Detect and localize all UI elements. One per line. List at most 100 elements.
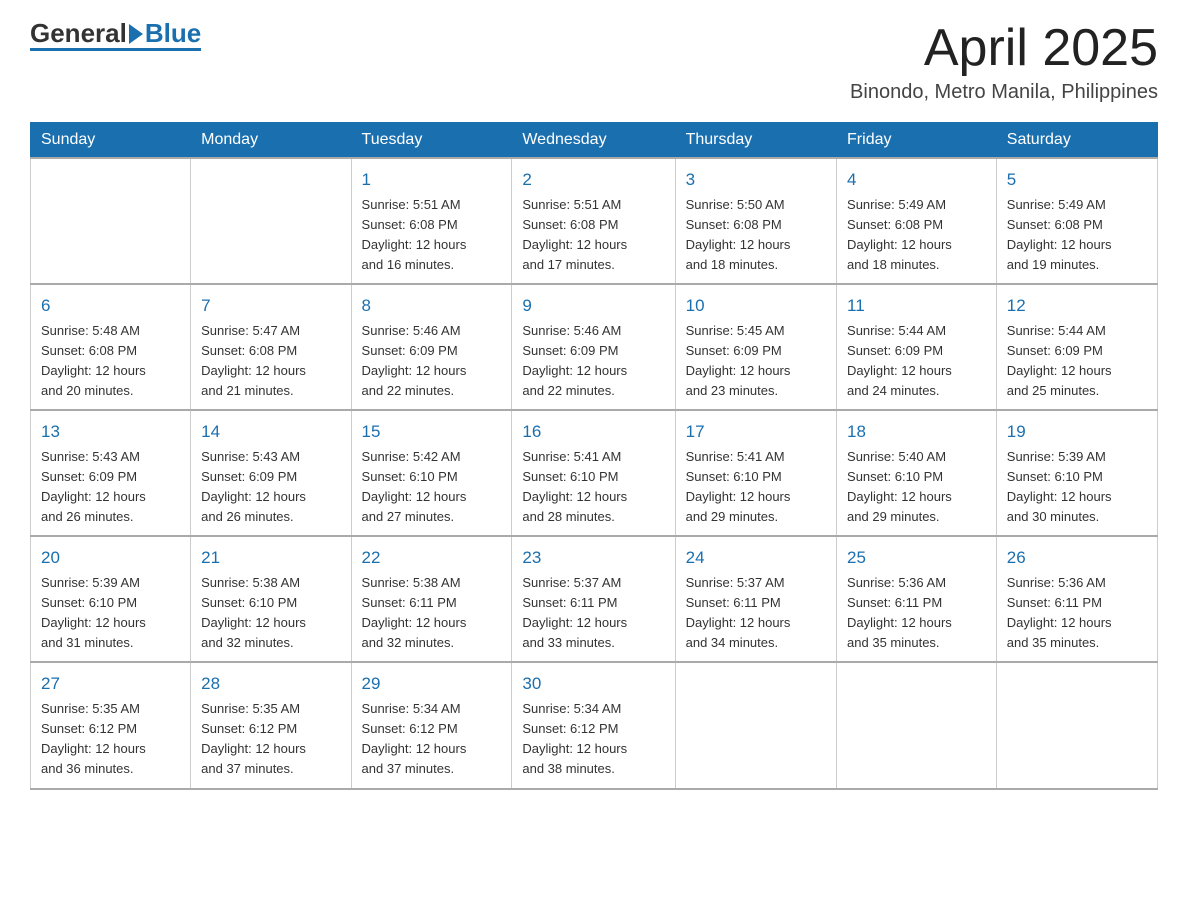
day-number: 30 — [522, 671, 664, 697]
day-number: 14 — [201, 419, 340, 445]
day-detail: Sunrise: 5:35 AMSunset: 6:12 PMDaylight:… — [201, 699, 340, 780]
day-detail: Sunrise: 5:38 AMSunset: 6:10 PMDaylight:… — [201, 573, 340, 654]
day-number: 25 — [847, 545, 986, 571]
day-number: 7 — [201, 293, 340, 319]
page-subtitle: Binondo, Metro Manila, Philippines — [850, 81, 1158, 104]
calendar-cell: 7Sunrise: 5:47 AMSunset: 6:08 PMDaylight… — [191, 284, 351, 410]
day-detail: Sunrise: 5:48 AMSunset: 6:08 PMDaylight:… — [41, 321, 180, 402]
calendar-cell: 10Sunrise: 5:45 AMSunset: 6:09 PMDayligh… — [675, 284, 836, 410]
day-detail: Sunrise: 5:51 AMSunset: 6:08 PMDaylight:… — [522, 195, 664, 276]
calendar-week-row: 6Sunrise: 5:48 AMSunset: 6:08 PMDaylight… — [31, 284, 1158, 410]
page-header: General Blue April 2025 Binondo, Metro M… — [30, 20, 1158, 104]
calendar-cell: 23Sunrise: 5:37 AMSunset: 6:11 PMDayligh… — [512, 536, 675, 662]
logo-general-text: General — [30, 20, 127, 46]
day-number: 18 — [847, 419, 986, 445]
weekday-header-saturday: Saturday — [996, 123, 1157, 159]
day-number: 8 — [362, 293, 502, 319]
day-detail: Sunrise: 5:46 AMSunset: 6:09 PMDaylight:… — [362, 321, 502, 402]
calendar-cell: 29Sunrise: 5:34 AMSunset: 6:12 PMDayligh… — [351, 662, 512, 788]
day-number: 6 — [41, 293, 180, 319]
day-number: 23 — [522, 545, 664, 571]
day-number: 13 — [41, 419, 180, 445]
weekday-header-sunday: Sunday — [31, 123, 191, 159]
calendar-cell: 11Sunrise: 5:44 AMSunset: 6:09 PMDayligh… — [837, 284, 997, 410]
calendar-cell: 27Sunrise: 5:35 AMSunset: 6:12 PMDayligh… — [31, 662, 191, 788]
day-number: 1 — [362, 167, 502, 193]
day-detail: Sunrise: 5:38 AMSunset: 6:11 PMDaylight:… — [362, 573, 502, 654]
logo-arrow-icon — [129, 24, 143, 44]
day-detail: Sunrise: 5:37 AMSunset: 6:11 PMDaylight:… — [686, 573, 826, 654]
day-detail: Sunrise: 5:40 AMSunset: 6:10 PMDaylight:… — [847, 447, 986, 528]
day-detail: Sunrise: 5:51 AMSunset: 6:08 PMDaylight:… — [362, 195, 502, 276]
calendar-cell: 8Sunrise: 5:46 AMSunset: 6:09 PMDaylight… — [351, 284, 512, 410]
day-number: 22 — [362, 545, 502, 571]
calendar-cell: 12Sunrise: 5:44 AMSunset: 6:09 PMDayligh… — [996, 284, 1157, 410]
calendar-cell: 25Sunrise: 5:36 AMSunset: 6:11 PMDayligh… — [837, 536, 997, 662]
day-detail: Sunrise: 5:50 AMSunset: 6:08 PMDaylight:… — [686, 195, 826, 276]
day-detail: Sunrise: 5:44 AMSunset: 6:09 PMDaylight:… — [847, 321, 986, 402]
calendar-cell: 18Sunrise: 5:40 AMSunset: 6:10 PMDayligh… — [837, 410, 997, 536]
day-detail: Sunrise: 5:34 AMSunset: 6:12 PMDaylight:… — [362, 699, 502, 780]
day-number: 28 — [201, 671, 340, 697]
day-detail: Sunrise: 5:37 AMSunset: 6:11 PMDaylight:… — [522, 573, 664, 654]
day-detail: Sunrise: 5:39 AMSunset: 6:10 PMDaylight:… — [1007, 447, 1147, 528]
day-detail: Sunrise: 5:35 AMSunset: 6:12 PMDaylight:… — [41, 699, 180, 780]
calendar-cell: 2Sunrise: 5:51 AMSunset: 6:08 PMDaylight… — [512, 158, 675, 284]
weekday-header-wednesday: Wednesday — [512, 123, 675, 159]
day-number: 2 — [522, 167, 664, 193]
calendar-week-row: 13 Sunrise: 5:43 AMSunset: 6:09 PMDayligh… — [31, 410, 1158, 536]
day-number: 21 — [201, 545, 340, 571]
day-number: 19 — [1007, 419, 1147, 445]
day-number: 26 — [1007, 545, 1147, 571]
day-detail: Sunrise: 5:39 AMSunset: 6:10 PMDaylight:… — [41, 573, 180, 654]
day-number: 20 — [41, 545, 180, 571]
day-detail: Sunrise: 5:49 AMSunset: 6:08 PMDaylight:… — [1007, 195, 1147, 276]
day-number: 17 — [686, 419, 826, 445]
day-number: 12 — [1007, 293, 1147, 319]
calendar-cell: 24Sunrise: 5:37 AMSunset: 6:11 PMDayligh… — [675, 536, 836, 662]
calendar-week-row: 20Sunrise: 5:39 AMSunset: 6:10 PMDayligh… — [31, 536, 1158, 662]
calendar-cell — [837, 662, 997, 788]
calendar-cell — [31, 158, 191, 284]
day-detail: Sunrise: 5:45 AMSunset: 6:09 PMDaylight:… — [686, 321, 826, 402]
day-detail: Sunrise: 5:43 AMSunset: 6:09 PMDaylight:… — [201, 447, 340, 528]
logo-blue-text: Blue — [145, 20, 201, 46]
calendar-cell: 28Sunrise: 5:35 AMSunset: 6:12 PMDayligh… — [191, 662, 351, 788]
calendar-cell: 14Sunrise: 5:43 AMSunset: 6:09 PMDayligh… — [191, 410, 351, 536]
day-detail: Sunrise: 5:42 AMSunset: 6:10 PMDaylight:… — [362, 447, 502, 528]
day-detail: Sunrise: 5:36 AMSunset: 6:11 PMDaylight:… — [1007, 573, 1147, 654]
day-number: 29 — [362, 671, 502, 697]
day-number: 9 — [522, 293, 664, 319]
day-number: 11 — [847, 293, 986, 319]
page-title: April 2025 — [850, 20, 1158, 77]
calendar-header-row: SundayMondayTuesdayWednesdayThursdayFrid… — [31, 123, 1158, 159]
day-number: 27 — [41, 671, 180, 697]
weekday-header-tuesday: Tuesday — [351, 123, 512, 159]
title-block: April 2025 Binondo, Metro Manila, Philip… — [850, 20, 1158, 104]
calendar-cell: 22Sunrise: 5:38 AMSunset: 6:11 PMDayligh… — [351, 536, 512, 662]
day-detail: Sunrise: 5:34 AMSunset: 6:12 PMDaylight:… — [522, 699, 664, 780]
calendar-cell — [191, 158, 351, 284]
calendar-week-row: 27Sunrise: 5:35 AMSunset: 6:12 PMDayligh… — [31, 662, 1158, 788]
day-number: 10 — [686, 293, 826, 319]
logo: General Blue — [30, 20, 201, 51]
day-number: 4 — [847, 167, 986, 193]
day-detail: Sunrise: 5:36 AMSunset: 6:11 PMDaylight:… — [847, 573, 986, 654]
day-number: 24 — [686, 545, 826, 571]
day-detail: Sunrise: 5:47 AMSunset: 6:08 PMDaylight:… — [201, 321, 340, 402]
day-number: 16 — [522, 419, 664, 445]
day-number: 15 — [362, 419, 502, 445]
calendar-cell: 1Sunrise: 5:51 AMSunset: 6:08 PMDaylight… — [351, 158, 512, 284]
day-number: 5 — [1007, 167, 1147, 193]
weekday-header-thursday: Thursday — [675, 123, 836, 159]
calendar-cell — [675, 662, 836, 788]
day-detail: Sunrise: 5:41 AMSunset: 6:10 PMDaylight:… — [522, 447, 664, 528]
calendar-cell: 6Sunrise: 5:48 AMSunset: 6:08 PMDaylight… — [31, 284, 191, 410]
calendar-cell: 17Sunrise: 5:41 AMSunset: 6:10 PMDayligh… — [675, 410, 836, 536]
calendar-cell: 21Sunrise: 5:38 AMSunset: 6:10 PMDayligh… — [191, 536, 351, 662]
calendar-cell: 5Sunrise: 5:49 AMSunset: 6:08 PMDaylight… — [996, 158, 1157, 284]
logo-underline — [30, 48, 201, 51]
day-number: 3 — [686, 167, 826, 193]
calendar-cell: 20Sunrise: 5:39 AMSunset: 6:10 PMDayligh… — [31, 536, 191, 662]
calendar-cell: 15Sunrise: 5:42 AMSunset: 6:10 PMDayligh… — [351, 410, 512, 536]
